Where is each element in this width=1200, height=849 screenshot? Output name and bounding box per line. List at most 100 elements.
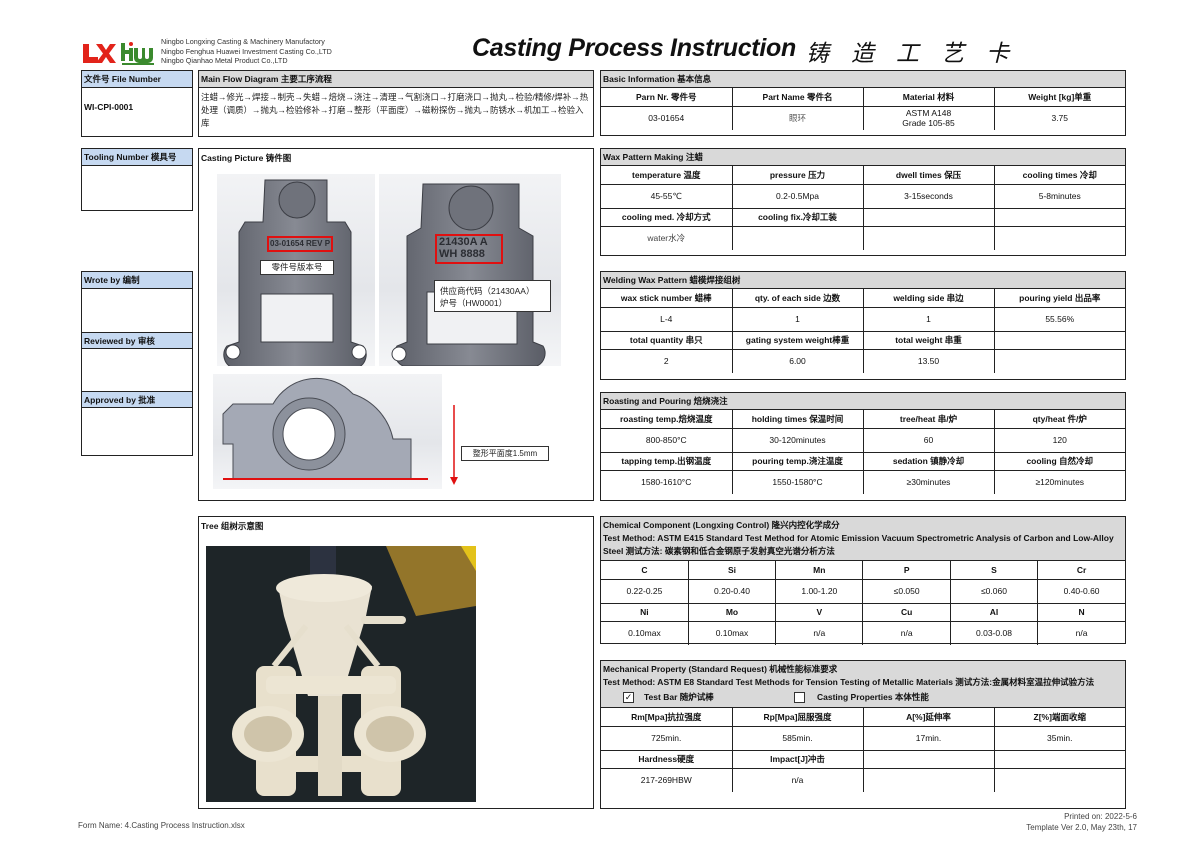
casting-properties-checkbox[interactable] bbox=[794, 691, 805, 703]
value-cell bbox=[993, 767, 1125, 792]
chemical-header: Chemical Component (Longxing Control) 隆兴… bbox=[601, 517, 1125, 561]
header-cell: cooling fix.冷却工装 bbox=[731, 207, 864, 227]
approved-by-label: Approved by 批准 bbox=[82, 391, 192, 408]
value-cell bbox=[993, 225, 1125, 250]
element-header: Mo bbox=[687, 602, 777, 622]
table-row: 03-01654 眼环 ASTM A148 Grade 105-85 3.75 bbox=[601, 105, 1125, 130]
table-row: 217-269HBW n/a bbox=[601, 767, 1125, 792]
header-cell bbox=[993, 207, 1125, 227]
tooling-number-field[interactable] bbox=[82, 166, 192, 208]
casting-side-drawing bbox=[222, 377, 428, 480]
hw-logo-icon bbox=[121, 42, 154, 65]
header-cell: Rp[Mpa]屈服强度 bbox=[731, 708, 864, 727]
header-cell: Impact[J]冲击 bbox=[731, 749, 864, 769]
wax-pattern-box: Wax Pattern Making 注蜡 temperature 温度 pre… bbox=[600, 148, 1126, 256]
wrote-by-label: Wrote by 编制 bbox=[82, 272, 192, 289]
value-cell: water水冷 bbox=[601, 225, 733, 250]
element-value: ≤0.050 bbox=[862, 578, 951, 604]
casting-back-drawing bbox=[391, 183, 546, 366]
test-bar-checkbox[interactable]: ✓ bbox=[623, 691, 634, 703]
header-cell: cooling times 冷却 bbox=[993, 166, 1125, 185]
value-cell: 1580-1610°C bbox=[601, 469, 733, 494]
flatness-arrow-icon bbox=[450, 405, 458, 485]
company-names: Ningbo Longxing Casting & Machinery Manu… bbox=[161, 37, 332, 66]
material-line2: Grade 105-85 bbox=[902, 118, 955, 129]
value-cell: 2 bbox=[601, 348, 733, 373]
table-row: roasting temp.焙烧温度 holding times 保温时间 tr… bbox=[601, 410, 1125, 429]
main-flow-box: Main Flow Diagram 主要工序流程 注蜡→修光→焊接→制壳→失蜡→… bbox=[198, 70, 594, 137]
supplier-callout-line2: 炉号（HW0001） bbox=[440, 298, 508, 308]
element-header: Mn bbox=[775, 561, 864, 580]
table-row: L-4 1 1 55.56% bbox=[601, 306, 1125, 332]
element-value: 0.20-0.40 bbox=[687, 578, 777, 604]
value-cell: ≥120minutes bbox=[993, 469, 1125, 494]
value-cell: 60 bbox=[862, 427, 995, 453]
element-header: N bbox=[1037, 602, 1125, 622]
header-cell: wax stick number 蜡棒 bbox=[601, 289, 733, 308]
tree-box: Tree 组树示意图 bbox=[198, 516, 594, 809]
value-cell: 1 bbox=[862, 306, 995, 332]
reviewed-by-field[interactable] bbox=[82, 349, 192, 391]
chemical-table: C Si Mn P S Cr 0.22-0.25 0.20-0.40 1.00-… bbox=[601, 561, 1125, 645]
reviewed-by-label: Reviewed by 审核 bbox=[82, 332, 192, 349]
table-row: temperature 温度 pressure 压力 dwell times 保… bbox=[601, 166, 1125, 185]
header-cell bbox=[862, 207, 995, 227]
mechanical-title: Mechanical Property (Standard Request) 机… bbox=[603, 664, 838, 674]
header-cell: Part Name 零件名 bbox=[731, 88, 864, 107]
header-cell: Rm[Mpa]抗拉强度 bbox=[601, 708, 733, 727]
header-cell: Parn Nr. 零件号 bbox=[601, 88, 733, 107]
header-cell: qty/heat 件/炉 bbox=[993, 410, 1125, 429]
roasting-title: Roasting and Pouring 焙烧浇注 bbox=[601, 393, 1125, 410]
table-row: Rm[Mpa]抗拉强度 Rp[Mpa]屈服强度 A[%]延伸率 Z[%]端面收缩 bbox=[601, 708, 1125, 727]
header-cell: Weight [kg]单重 bbox=[993, 88, 1125, 107]
element-header: Si bbox=[687, 561, 777, 580]
element-header: C bbox=[601, 561, 689, 580]
table-row: Parn Nr. 零件号 Part Name 零件名 Material 材料 W… bbox=[601, 88, 1125, 107]
header-cell: total weight 串重 bbox=[862, 330, 995, 350]
value-cell: 3-15seconds bbox=[862, 183, 995, 209]
table-row: 0.22-0.25 0.20-0.40 1.00-1.20 ≤0.050 ≤0.… bbox=[601, 578, 1125, 604]
weight-value: 3.75 bbox=[993, 105, 1125, 130]
element-header: Cr bbox=[1037, 561, 1125, 580]
header-cell: qty. of each side 边数 bbox=[731, 289, 864, 308]
value-cell: ≥30minutes bbox=[862, 469, 995, 494]
mechanical-header: Mechanical Property (Standard Request) 机… bbox=[601, 661, 1125, 708]
element-value: 0.03-0.08 bbox=[949, 620, 1039, 645]
casting-properties-label: Casting Properties 本体性能 bbox=[817, 691, 929, 702]
tree-photo bbox=[206, 546, 476, 802]
print-info: Printed on: 2022-5-6 Template Ver 2.0, M… bbox=[980, 811, 1137, 833]
flatness-callout: 整形平面度1.5mm bbox=[461, 446, 549, 461]
value-cell bbox=[862, 767, 995, 792]
approved-by-field[interactable] bbox=[82, 408, 192, 450]
wax-tree-photo-drawing bbox=[232, 546, 476, 796]
form-name: Form Name: 4.Casting Process Instruction… bbox=[78, 821, 245, 830]
value-cell: 35min. bbox=[993, 725, 1125, 751]
document-title-cn: 铸造工艺卡 bbox=[806, 41, 1031, 67]
template-version: Template Ver 2.0, May 23th, 17 bbox=[1026, 823, 1137, 832]
value-cell: L-4 bbox=[601, 306, 733, 332]
wrote-by-field[interactable] bbox=[82, 289, 192, 332]
value-cell: 5-8minutes bbox=[993, 183, 1125, 209]
element-header: Ni bbox=[601, 602, 689, 622]
part-mark-engraving: 03-01654 REV P bbox=[270, 239, 331, 248]
element-header: V bbox=[775, 602, 864, 622]
main-flow-label: Main Flow Diagram 主要工序流程 bbox=[199, 71, 593, 88]
element-value: 0.10max bbox=[601, 620, 689, 645]
value-cell: 45-55℃ bbox=[601, 183, 733, 209]
value-cell: 217-269HBW bbox=[601, 767, 733, 792]
header-cell: tapping temp.出钢温度 bbox=[601, 451, 733, 471]
mechanical-table: Rm[Mpa]抗拉强度 Rp[Mpa]屈服强度 A[%]延伸率 Z[%]端面收缩… bbox=[601, 708, 1125, 792]
tooling-number-label: Tooling Number 模具号 bbox=[82, 149, 192, 166]
wax-pattern-title: Wax Pattern Making 注蜡 bbox=[601, 149, 1125, 166]
roasting-table: roasting temp.焙烧温度 holding times 保温时间 tr… bbox=[601, 410, 1125, 494]
table-row: 2 6.00 13.50 bbox=[601, 348, 1125, 373]
file-number-value: WI-CPI-0001 bbox=[84, 102, 134, 112]
signoff-box: Wrote by 编制 Reviewed by 审核 Approved by 批… bbox=[81, 271, 193, 456]
element-value: 0.10max bbox=[687, 620, 777, 645]
value-cell: 725min. bbox=[601, 725, 733, 751]
table-row: C Si Mn P S Cr bbox=[601, 561, 1125, 580]
value-cell: 120 bbox=[993, 427, 1125, 453]
lx-logo-icon bbox=[83, 44, 116, 63]
value-cell: 800-850°C bbox=[601, 427, 733, 453]
casting-picture-box: Casting Picture 铸件图 03-01654 REV P 零件号版本… bbox=[198, 148, 594, 501]
